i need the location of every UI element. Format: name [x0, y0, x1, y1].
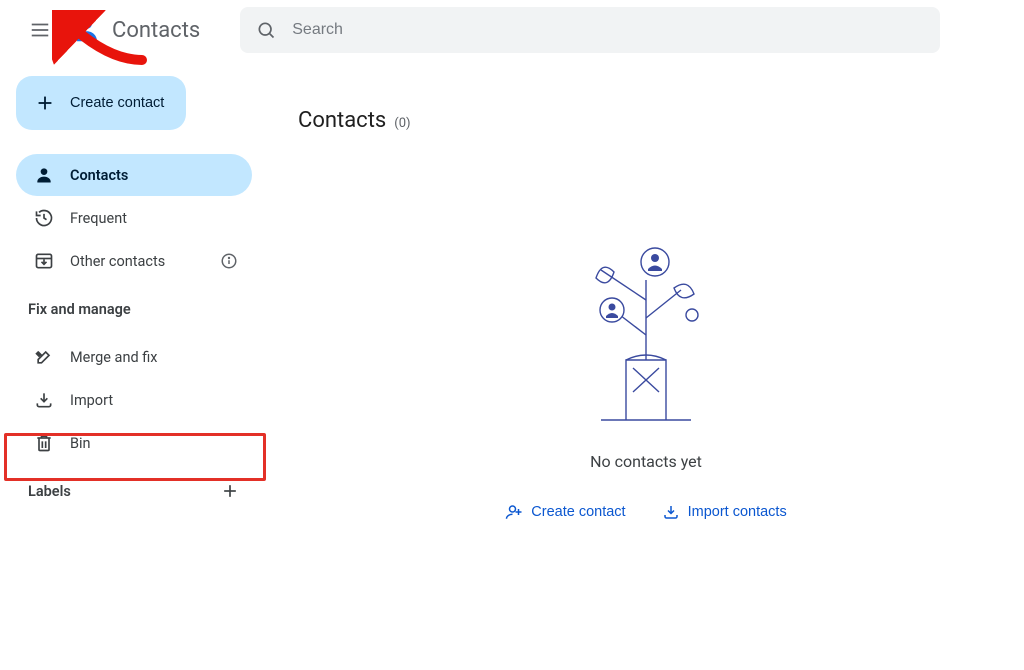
labels-header: Labels [28, 483, 71, 500]
sidebar-item-label: Merge and fix [70, 349, 157, 366]
labels-header-row: Labels [10, 465, 258, 501]
topbar: Contacts [0, 0, 1024, 60]
download-icon [34, 390, 54, 410]
search-input[interactable] [292, 21, 924, 39]
sidebar-item-import[interactable]: Import [16, 379, 252, 421]
app-title: Contacts [112, 18, 200, 43]
sidebar-item-contacts[interactable]: Contacts [16, 154, 252, 196]
section-header-fix-manage: Fix and manage [10, 283, 258, 328]
sidebar-item-merge-fix[interactable]: Merge and fix [16, 336, 252, 378]
download-icon [662, 503, 680, 521]
create-contact-button[interactable]: Create contact [16, 76, 186, 130]
sidebar-item-label: Bin [70, 435, 91, 452]
page-title-row: Contacts (0) [298, 108, 994, 133]
search-icon [256, 20, 276, 40]
nav-list-manage: Merge and fix Import Bin [10, 336, 258, 464]
sidebar-item-other-contacts[interactable]: Other contacts [16, 240, 252, 282]
empty-state-text: No contacts yet [590, 452, 702, 471]
add-label-button[interactable] [220, 481, 240, 501]
contacts-logo-icon [72, 15, 102, 45]
trash-icon [34, 433, 54, 453]
empty-import-contacts-button[interactable]: Import contacts [662, 503, 787, 521]
empty-state: No contacts yet Create contact Import co… [346, 240, 946, 521]
history-icon [34, 208, 54, 228]
sidebar-item-frequent[interactable]: Frequent [16, 197, 252, 239]
button-label: Create contact [531, 504, 625, 520]
empty-illustration-icon [571, 240, 721, 430]
main-content: Contacts (0) [268, 60, 1024, 670]
sidebar-item-label: Other contacts [70, 253, 165, 270]
person-icon [34, 165, 54, 185]
empty-state-actions: Create contact Import contacts [505, 503, 786, 521]
plus-icon [34, 92, 56, 114]
app-logo: Contacts [72, 15, 200, 45]
empty-create-contact-button[interactable]: Create contact [505, 503, 625, 521]
sidebar-item-label: Frequent [70, 210, 127, 227]
sidebar: Create contact Contacts Frequent Other c… [0, 60, 268, 670]
button-label: Import contacts [688, 504, 787, 520]
archive-icon [34, 251, 54, 271]
search-wrap [240, 7, 940, 53]
plus-icon [220, 481, 240, 501]
sidebar-item-bin[interactable]: Bin [16, 422, 252, 464]
menu-button[interactable] [16, 6, 64, 54]
info-icon[interactable] [220, 252, 238, 270]
search-box[interactable] [240, 7, 940, 53]
nav-list-primary: Contacts Frequent Other contacts [10, 154, 258, 282]
sidebar-item-label: Import [70, 392, 113, 409]
tools-icon [34, 347, 54, 367]
person-add-icon [505, 503, 523, 521]
hamburger-icon [29, 19, 51, 41]
page-title: Contacts [298, 108, 386, 133]
create-contact-label: Create contact [70, 95, 164, 111]
sidebar-item-label: Contacts [70, 167, 128, 184]
page-count: (0) [394, 116, 410, 131]
